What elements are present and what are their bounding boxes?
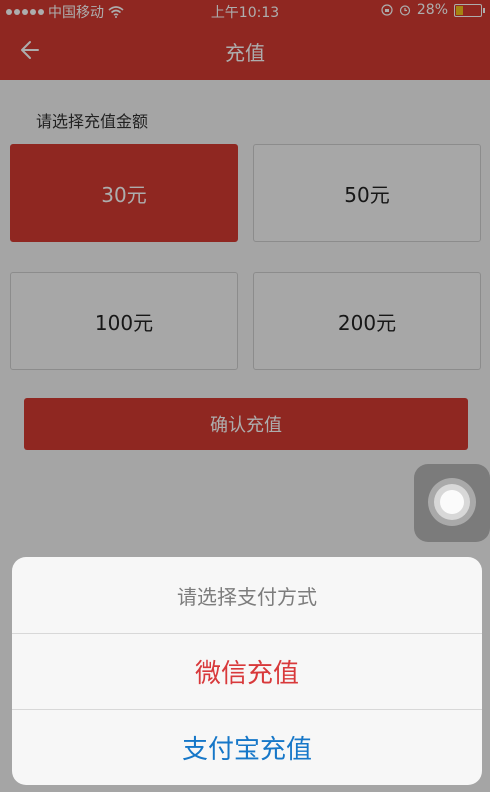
alipay-option[interactable]: 支付宝充值	[12, 710, 482, 785]
wechat-pay-option[interactable]: 微信充值	[12, 634, 482, 710]
payment-action-sheet: 请选择支付方式 微信充值 支付宝充值	[12, 557, 482, 785]
payment-sheet-title: 请选择支付方式	[12, 557, 482, 634]
assistive-touch-button[interactable]	[414, 464, 490, 542]
